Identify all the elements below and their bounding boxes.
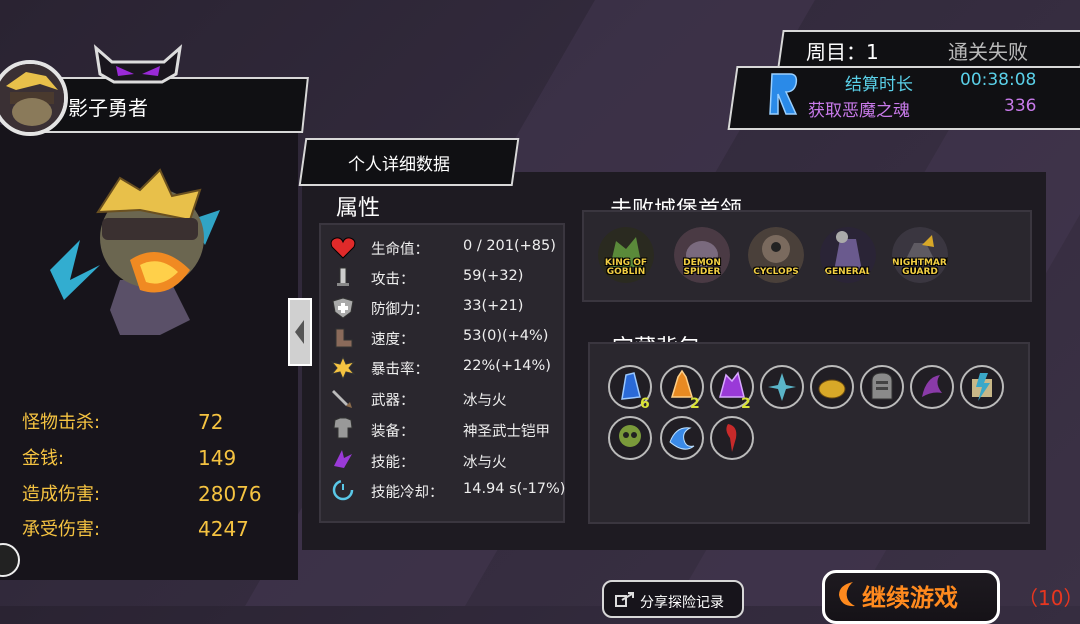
stat-label-gold: 金钱: — [22, 448, 65, 469]
ice-shard-icon[interactable] — [760, 365, 804, 409]
souls-label: 获取恶魔之魂 — [808, 101, 910, 121]
cooldown-icon — [330, 478, 356, 502]
green-skull-icon[interactable] — [608, 416, 652, 460]
souls-value: 336 — [1004, 96, 1037, 116]
attr-value-weapon: 冰与火 — [463, 393, 507, 409]
attr-value-equipment: 神圣武士铠甲 — [463, 424, 550, 440]
attr-label-crit: 暴击率： — [371, 362, 429, 378]
attr-label-weapon: 武器： — [371, 393, 415, 409]
boot-icon — [330, 326, 356, 350]
attr-label-speed: 速度： — [371, 332, 415, 348]
tab-personal-details-label: 个人详细数据 — [348, 155, 450, 175]
boss-name: DEMON SPIDER — [683, 258, 721, 277]
sword-icon — [330, 266, 356, 290]
collapse-panel-button[interactable] — [288, 298, 312, 366]
red-fang-icon[interactable] — [710, 416, 754, 460]
boss-name: CYCLOPS — [753, 267, 799, 277]
stat-label-kills: 怪物击杀: — [22, 412, 101, 433]
attr-value-attack: 59(+32) — [463, 268, 524, 284]
skill-icon — [330, 446, 356, 470]
time-value: 00:38:08 — [960, 70, 1037, 90]
attr-value-hp: 0 / 201(+85) — [463, 238, 556, 254]
purple-claw-icon[interactable] — [910, 365, 954, 409]
item-count: 6 — [640, 396, 650, 412]
attr-label-cooldown: 技能冷却： — [371, 485, 444, 501]
item-count: 2 — [741, 396, 751, 412]
boss-king-of-goblin[interactable]: KING OF GOBLIN — [598, 227, 654, 283]
boss-cyclops[interactable]: CYCLOPS — [748, 227, 804, 283]
blue-wave-icon[interactable] — [660, 416, 704, 460]
countdown-timer: （10） — [1018, 586, 1080, 610]
run-status: 通关失败 — [948, 40, 1028, 64]
demon-horns-icon — [92, 44, 184, 88]
stat-label-damage-taken: 承受伤害: — [22, 519, 101, 540]
boss-nightmare-guard[interactable]: NIGHTMARE GUARD — [892, 227, 948, 283]
boss-name: KING OF GOBLIN — [604, 258, 648, 277]
tombstone-icon[interactable] — [860, 365, 904, 409]
weapon-icon — [330, 386, 356, 410]
share-record-label: 分享探险记录 — [640, 595, 724, 611]
item-count: 2 — [690, 396, 700, 412]
stat-value-damage-taken: 4247 — [198, 517, 249, 541]
attr-value-speed: 53(0)(+4%) — [463, 328, 549, 344]
boss-name: GENERAL — [824, 267, 872, 277]
attr-label-skill: 技能： — [371, 455, 415, 471]
burst-icon — [330, 355, 356, 381]
heart-icon — [330, 236, 356, 260]
attr-value-cooldown: 14.94 s(-17%) — [463, 481, 566, 497]
lightning-scroll-icon[interactable] — [960, 365, 1004, 409]
attributes-title: 属性 — [336, 196, 381, 221]
attr-label-defense: 防御力： — [371, 302, 429, 318]
moon-icon — [839, 582, 855, 607]
boss-name: NIGHTMARE GUARD — [892, 258, 948, 277]
attr-value-defense: 33(+21) — [463, 298, 524, 314]
hero-name: 影子勇者 — [68, 96, 148, 120]
attr-value-crit: 22%(+14%) — [463, 358, 551, 374]
chevron-left-icon — [295, 320, 304, 344]
boss-general[interactable]: GENERAL — [820, 227, 876, 283]
boss-demon-spider[interactable]: DEMON SPIDER — [674, 227, 730, 283]
attr-label-equipment: 装备： — [371, 424, 415, 440]
armor-icon — [330, 416, 356, 440]
attr-label-hp: 生命值： — [371, 242, 429, 258]
cycle-label: 周目：1 — [806, 40, 879, 64]
stat-value-kills: 72 — [198, 410, 224, 434]
gold-coin-icon[interactable] — [810, 365, 854, 409]
stat-value-damage-dealt: 28076 — [198, 482, 262, 506]
attr-label-attack: 攻击： — [371, 272, 415, 288]
stat-value-gold: 149 — [198, 446, 237, 470]
continue-game-label: 继续游戏 — [862, 584, 958, 612]
hero-character-sprite — [40, 160, 230, 344]
time-label: 结算时长 — [845, 75, 913, 95]
share-icon — [615, 592, 634, 607]
shield-icon — [330, 296, 356, 320]
stat-label-damage-dealt: 造成伤害: — [22, 484, 101, 505]
attr-value-skill: 冰与火 — [463, 455, 507, 471]
game-logo-icon — [766, 68, 802, 124]
